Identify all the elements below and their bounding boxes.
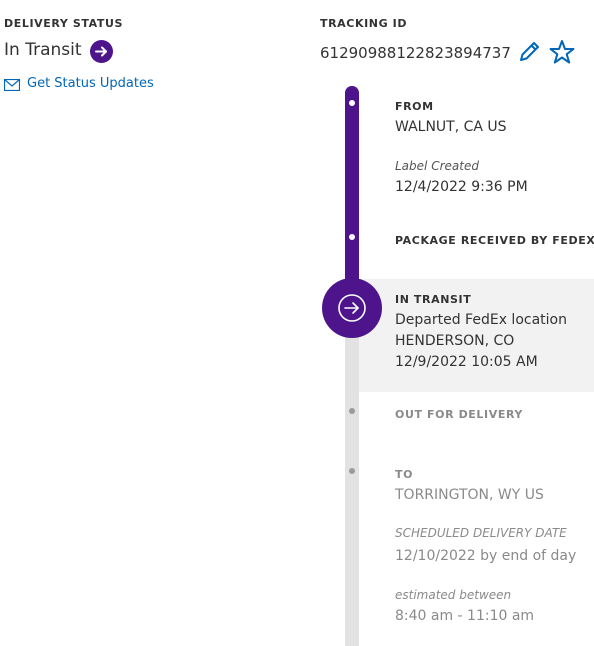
timeline-dot-to bbox=[349, 468, 355, 474]
arrow-right-circle-icon bbox=[90, 40, 113, 63]
in-transit-marker bbox=[322, 278, 382, 338]
delivery-status-heading: DELIVERY STATUS bbox=[4, 17, 124, 30]
in-transit-time: 12/9/2022 10:05 AM bbox=[395, 354, 538, 370]
timeline-dot-received bbox=[349, 234, 355, 240]
in-transit-label: IN TRANSIT bbox=[395, 293, 472, 306]
from-location: WALNUT, CA US bbox=[395, 119, 507, 135]
pencil-icon[interactable] bbox=[515, 38, 543, 70]
timeline-dot-from bbox=[349, 100, 355, 106]
arrow-right-circle-icon bbox=[337, 293, 367, 327]
to-location: TORRINGTON, WY US bbox=[395, 487, 544, 503]
out-for-delivery-label: OUT FOR DELIVERY bbox=[395, 408, 523, 421]
envelope-icon bbox=[3, 76, 21, 95]
scheduled-delivery-value: 12/10/2022 by end of day bbox=[395, 548, 577, 564]
label-created-time: 12/4/2022 9:36 PM bbox=[395, 179, 528, 195]
estimated-between-label: estimated between bbox=[395, 588, 512, 602]
timeline-progress bbox=[345, 86, 359, 296]
package-received-label: PACKAGE RECEIVED BY FEDEX bbox=[395, 234, 594, 247]
tracking-id-heading: TRACKING ID bbox=[320, 17, 408, 30]
scheduled-delivery-label: SCHEDULED DELIVERY DATE bbox=[395, 526, 567, 540]
delivery-status-value: In Transit bbox=[4, 40, 82, 60]
to-label: TO bbox=[395, 468, 414, 481]
from-label: FROM bbox=[395, 100, 434, 113]
timeline-dot-out-for-delivery bbox=[349, 408, 355, 414]
label-created-label: Label Created bbox=[395, 159, 479, 173]
get-status-updates-label[interactable]: Get Status Updates bbox=[27, 76, 154, 91]
estimated-between-value: 8:40 am - 11:10 am bbox=[395, 608, 535, 624]
in-transit-event: Departed FedEx location bbox=[395, 312, 567, 328]
star-icon[interactable] bbox=[548, 38, 576, 70]
tracking-id-value: 612909881228238947​37 bbox=[320, 44, 511, 62]
in-transit-location: HENDERSON, CO bbox=[395, 333, 515, 349]
